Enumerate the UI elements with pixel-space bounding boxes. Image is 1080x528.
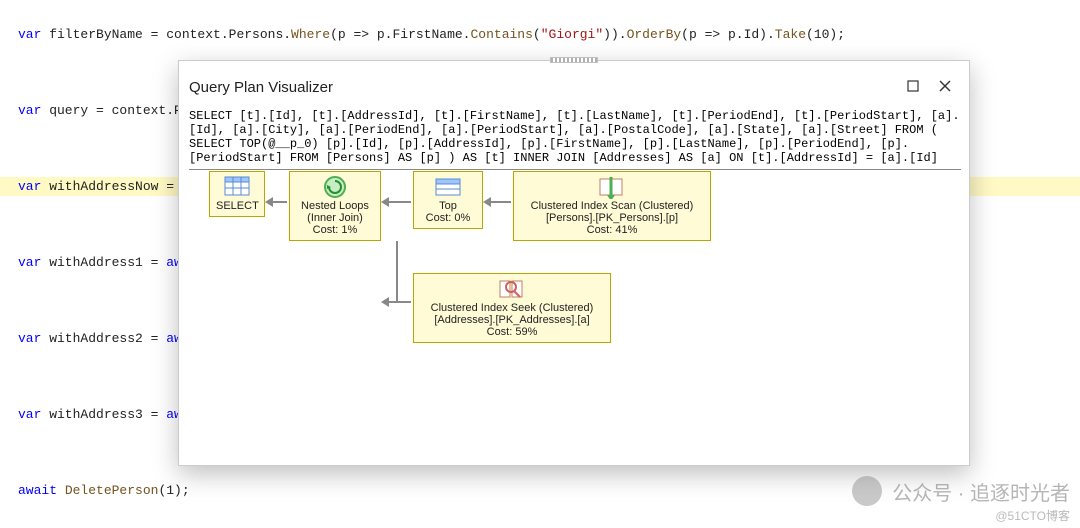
arrowhead-icon <box>381 197 389 207</box>
index-scan-icon <box>598 175 626 199</box>
maximize-button[interactable] <box>899 75 927 97</box>
plan-node-index-seek[interactable]: Clustered Index Seek (Clustered) [Addres… <box>413 273 611 343</box>
plan-node-select[interactable]: SELECT <box>209 171 265 217</box>
node-cost: Cost: 0% <box>420 212 476 224</box>
node-line2: (Inner Join) <box>296 212 374 224</box>
popup-title: Query Plan Visualizer <box>189 79 333 96</box>
plan-arrow <box>396 241 398 303</box>
arrowhead-icon <box>265 197 273 207</box>
node-line2: [Persons].[PK_Persons].[p] <box>520 212 704 224</box>
drag-handle-icon[interactable] <box>550 57 598 63</box>
node-line2: [Addresses].[PK_Addresses].[a] <box>420 314 604 326</box>
node-line1: Clustered Index Scan (Clustered) <box>520 200 704 212</box>
node-label: SELECT <box>216 200 259 212</box>
arrowhead-icon <box>381 297 389 307</box>
plan-node-index-scan[interactable]: Clustered Index Scan (Clustered) [Person… <box>513 171 711 241</box>
node-line1: Nested Loops <box>296 200 374 212</box>
node-cost: Cost: 59% <box>420 326 604 338</box>
index-seek-icon <box>498 277 526 301</box>
close-icon <box>939 80 951 92</box>
table-icon <box>223 175 251 199</box>
plan-node-nested-loops[interactable]: Nested Loops (Inner Join) Cost: 1% <box>289 171 381 241</box>
query-plan-visualizer-popup[interactable]: Query Plan Visualizer SELECT [t].[Id], [… <box>178 60 970 466</box>
maximize-icon <box>907 80 919 92</box>
plan-node-top[interactable]: Top Cost: 0% <box>413 171 483 229</box>
node-cost: Cost: 1% <box>296 224 374 236</box>
close-button[interactable] <box>931 75 959 97</box>
arrowhead-icon <box>483 197 491 207</box>
sql-query-text[interactable]: SELECT [t].[Id], [t].[AddressId], [t].[F… <box>189 109 961 170</box>
node-cost: Cost: 41% <box>520 224 704 236</box>
node-line1: Top <box>420 200 476 212</box>
execution-plan-diagram[interactable]: SELECT Nested Loops (Inner Join) Cost: 1… <box>189 171 961 451</box>
node-line1: Clustered Index Seek (Clustered) <box>420 302 604 314</box>
top-icon <box>434 175 462 199</box>
nested-loops-icon <box>321 175 349 199</box>
